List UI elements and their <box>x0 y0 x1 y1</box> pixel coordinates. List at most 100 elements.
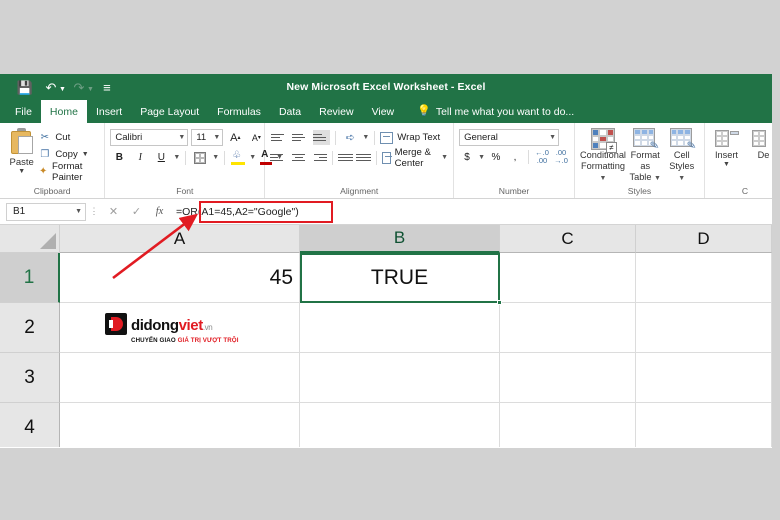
row-header-3[interactable]: 3 <box>0 353 60 403</box>
number-format-select[interactable]: General ▼ <box>459 129 560 146</box>
borders-dropdown-icon[interactable]: ▼ <box>212 154 219 161</box>
cell-c1[interactable] <box>500 253 636 303</box>
cut-button[interactable]: ✂ Cut <box>38 130 99 145</box>
cell-d4[interactable] <box>636 403 772 447</box>
insert-dropdown-icon[interactable]: ▼ <box>723 161 730 168</box>
didongviet-logo-icon <box>105 313 127 335</box>
column-header-c[interactable]: C <box>500 225 636 253</box>
fill-color-button[interactable]: ♧ <box>230 149 246 166</box>
bold-button[interactable]: B <box>110 149 128 166</box>
align-right-button[interactable] <box>310 149 328 166</box>
cell-d3[interactable] <box>636 353 772 403</box>
paste-button[interactable]: Paste ▼ <box>5 126 38 175</box>
align-center-button[interactable] <box>290 149 307 166</box>
merge-dropdown-icon[interactable]: ▼ <box>441 154 448 161</box>
tab-file[interactable]: File <box>6 100 41 123</box>
cell-b2[interactable] <box>300 303 500 353</box>
paste-label: Paste <box>9 157 34 168</box>
cell-b4[interactable] <box>300 403 500 447</box>
column-header-b[interactable]: B <box>300 225 500 253</box>
name-box-resizer[interactable]: ⋮ <box>86 206 102 217</box>
redo-dropdown-icon[interactable]: ▼ <box>87 86 94 93</box>
chevron-down-icon[interactable]: ▼ <box>213 134 220 141</box>
tab-home[interactable]: Home <box>40 100 87 123</box>
tab-view[interactable]: View <box>363 100 404 123</box>
divider <box>224 150 226 165</box>
column-header-a[interactable]: A <box>60 225 300 253</box>
divider <box>376 150 377 165</box>
cell-a3[interactable] <box>60 353 300 403</box>
insert-cells-button[interactable]: Insert ▼ <box>710 126 743 168</box>
cell-d1[interactable] <box>636 253 772 303</box>
font-name-input[interactable]: Calibri ▼ <box>110 129 189 146</box>
row-header-1[interactable]: 1 <box>0 253 60 303</box>
decrease-font-size-button[interactable]: A ▾ <box>247 129 265 146</box>
select-all-corner[interactable] <box>0 225 60 253</box>
merge-center-button[interactable]: Merge & Center ▼ <box>381 146 448 169</box>
orientation-button[interactable]: ➪ <box>341 129 359 146</box>
align-middle-button[interactable] <box>291 129 309 146</box>
format-painter-button[interactable]: ✦ Format Painter <box>38 161 99 183</box>
italic-button[interactable]: I <box>131 149 149 166</box>
align-left-button[interactable] <box>270 149 287 166</box>
font-size-input[interactable]: 11 ▼ <box>191 129 224 146</box>
underline-button[interactable]: U <box>152 149 170 166</box>
fill-handle[interactable] <box>497 300 502 305</box>
undo-dropdown-icon[interactable]: ▼ <box>59 86 66 93</box>
borders-button[interactable] <box>191 149 209 166</box>
row-header-4[interactable]: 4 <box>0 403 60 447</box>
underline-dropdown-icon[interactable]: ▼ <box>173 154 180 161</box>
increase-font-size-button[interactable]: A ▴ <box>226 129 244 146</box>
accounting-dropdown-icon[interactable]: ▼ <box>478 154 485 161</box>
accounting-format-button[interactable]: $ <box>459 149 475 165</box>
increase-decimal-button[interactable]: ←.0.00 <box>534 149 550 165</box>
chevron-down-icon[interactable]: ▼ <box>75 208 82 215</box>
cell-b1[interactable]: TRUE <box>300 253 500 303</box>
styles-group-label: Styles <box>627 186 652 196</box>
column-header-d[interactable]: D <box>636 225 772 253</box>
chevron-down-icon[interactable]: ▼ <box>549 134 556 141</box>
tab-review[interactable]: Review <box>310 100 362 123</box>
format-as-table-button[interactable]: ✎ Format as Table ▼ <box>628 126 663 184</box>
wrap-text-button[interactable]: Wrap Text <box>380 130 440 146</box>
cell-c4[interactable] <box>500 403 636 447</box>
increase-indent-button[interactable] <box>356 149 372 166</box>
cell-styles-button[interactable]: ✎ Cell Styles ▼ <box>664 126 699 184</box>
name-box[interactable]: B1 ▼ <box>6 202 86 221</box>
insert-function-icon[interactable]: fx <box>148 206 171 217</box>
cell-b3[interactable] <box>300 353 500 403</box>
tab-page-layout[interactable]: Page Layout <box>131 100 208 123</box>
decrease-decimal-button[interactable]: .00 →.0 <box>553 149 569 165</box>
cell-c3[interactable] <box>500 353 636 403</box>
cell-c2[interactable] <box>500 303 636 353</box>
align-left-icon <box>270 150 287 165</box>
customize-qat-icon[interactable]: ≡ <box>94 76 120 98</box>
cell-d2[interactable] <box>636 303 772 353</box>
merge-center-label: Merge & Center <box>394 146 431 169</box>
tell-me-box[interactable]: 💡 Tell me what you want to do... <box>417 100 574 123</box>
save-icon[interactable]: 💾 <box>12 76 38 98</box>
delete-cells-button[interactable]: De <box>747 126 772 161</box>
align-bottom-button[interactable] <box>312 129 330 146</box>
cell-a4[interactable] <box>60 403 300 447</box>
comma-style-button[interactable]: , <box>507 149 523 165</box>
tab-formulas[interactable]: Formulas <box>208 100 270 123</box>
conditional-formatting-button[interactable]: ≠ Conditional Formatting ▼ <box>580 126 626 184</box>
chevron-down-icon[interactable]: ▼ <box>178 134 185 141</box>
paste-dropdown-icon[interactable]: ▼ <box>18 168 25 175</box>
align-top-button[interactable] <box>270 129 288 146</box>
enter-formula-button[interactable]: ✓ <box>125 205 148 218</box>
decrease-indent-button[interactable] <box>338 149 354 166</box>
fill-color-dropdown-icon[interactable]: ▼ <box>249 154 256 161</box>
logo-word-3: .vn <box>202 323 213 332</box>
formula-bar: B1 ▼ ⋮ ✕ ✓ fx =OR(A1=45,A2="Google") <box>0 199 772 225</box>
row-header-2[interactable]: 2 <box>0 303 60 353</box>
cell-a1[interactable]: 45 <box>60 253 300 303</box>
copy-dropdown-icon[interactable]: ▼ <box>82 151 89 158</box>
percent-style-button[interactable]: % <box>488 149 504 165</box>
tab-insert[interactable]: Insert <box>87 100 131 123</box>
cancel-formula-button[interactable]: ✕ <box>102 205 125 218</box>
orientation-dropdown-icon[interactable]: ▼ <box>362 134 369 141</box>
ribbon-group-cells: Insert ▼ De C <box>705 123 772 198</box>
tab-data[interactable]: Data <box>270 100 310 123</box>
